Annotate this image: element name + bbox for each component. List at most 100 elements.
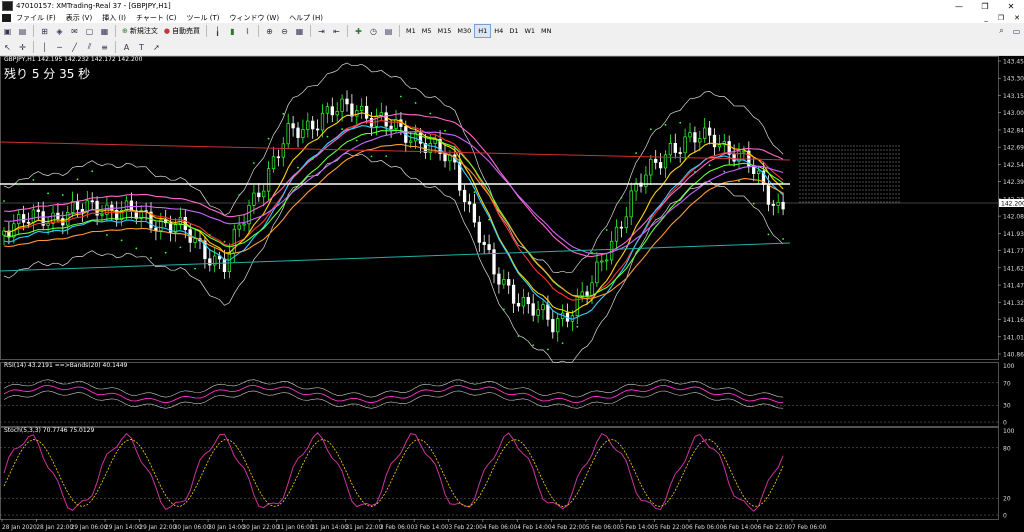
minimize-button[interactable]: —	[946, 0, 972, 12]
cloud-dot	[889, 177, 891, 179]
navigator-icon[interactable]: ✉	[68, 25, 81, 37]
candle-body	[556, 318, 560, 333]
channel-icon[interactable]: ⫽	[83, 41, 96, 53]
period-d1[interactable]: D1	[506, 25, 521, 37]
menu-insert[interactable]: 挿入 (I)	[97, 13, 131, 23]
tile-windows-icon[interactable]: ▦	[293, 25, 306, 37]
cloud-dot	[892, 169, 894, 171]
cloud-dot	[841, 181, 843, 183]
chart-shift-icon[interactable]: ⇤	[330, 25, 343, 37]
cloud-dot	[874, 173, 876, 175]
period-h4[interactable]: H4	[491, 25, 506, 37]
period-w1[interactable]: W1	[521, 25, 538, 37]
cloud-dot	[802, 161, 804, 163]
candle-body	[507, 279, 511, 286]
cloud-dot	[850, 153, 852, 155]
period-m30[interactable]: M30	[454, 25, 474, 37]
mdi-restore-button[interactable]: ❐	[998, 14, 1004, 22]
cloud-dot	[862, 197, 864, 199]
cloud-dot	[898, 157, 900, 159]
text-icon[interactable]: A	[120, 41, 133, 53]
vertical-line-icon[interactable]: │	[38, 41, 51, 53]
fibonacci-icon[interactable]: ≡	[98, 41, 111, 53]
cloud-dot	[805, 153, 807, 155]
cloud-dot	[832, 173, 834, 175]
price-axis-label: 143.000	[1003, 110, 1024, 117]
cloud-dot	[838, 201, 840, 203]
cloud-dot	[829, 181, 831, 183]
horizontal-line-icon[interactable]: ─	[53, 41, 66, 53]
chart-window[interactable]: 143.455 143.305 143.150 143.000 142.845 142.6…	[0, 56, 1024, 532]
mdi-minimize-button[interactable]: _	[984, 14, 988, 22]
close-button[interactable]: ✕	[998, 0, 1024, 12]
menu-help[interactable]: ヘルプ (H)	[284, 13, 328, 23]
sar-dot	[297, 166, 299, 169]
line-chart-icon[interactable]: ⌇	[241, 25, 254, 37]
cloud-dot	[856, 165, 858, 167]
auto-trading-button[interactable]: ● 自動売買	[161, 25, 203, 37]
profiles-icon[interactable]: ▤	[16, 25, 29, 37]
chart-window-icon[interactable]	[2, 13, 11, 22]
zoom-out-icon[interactable]: ⊖	[278, 25, 291, 37]
sar-dot	[458, 159, 461, 162]
templates-icon[interactable]: ▤	[382, 25, 395, 37]
time-axis-label: 4 Feb 06:00	[483, 525, 518, 531]
period-m1[interactable]: M1	[403, 25, 419, 37]
candle-body	[683, 136, 687, 154]
sar-dot	[414, 102, 417, 104]
crosshair-icon[interactable]: ✛	[16, 41, 29, 53]
period-m5[interactable]: M5	[419, 25, 435, 37]
menu-view[interactable]: 表示 (V)	[61, 13, 97, 23]
cloud-dot	[826, 153, 828, 155]
search-icon[interactable]: ⌕	[995, 25, 1008, 37]
cloud-dot	[871, 193, 873, 195]
bar-chart-icon[interactable]: ╽	[211, 25, 224, 37]
periods-icon[interactable]: ◷	[367, 25, 380, 37]
trendline-icon[interactable]: ╱	[68, 41, 81, 53]
sar-dot	[385, 155, 388, 158]
cursor-icon[interactable]: ↖	[1, 41, 14, 53]
strategy-tester-icon[interactable]: ▦	[98, 25, 111, 37]
new-order-button[interactable]: ⊕ 新規注文	[119, 25, 161, 37]
autoscroll-icon[interactable]: ⇥	[315, 25, 328, 37]
period-m15[interactable]: M15	[434, 25, 454, 37]
cloud-dot	[883, 153, 885, 155]
indicators-icon[interactable]: ✚	[352, 25, 365, 37]
menu-chart[interactable]: チャート (C)	[131, 13, 182, 23]
arrows-icon[interactable]: ➚	[150, 41, 163, 53]
maximize-button[interactable]: ❐	[972, 0, 998, 12]
chat-icon[interactable]: ▭	[1010, 25, 1023, 37]
candlestick-icon[interactable]: ▮	[226, 25, 239, 37]
cloud-dot	[811, 165, 813, 167]
cloud-dot	[853, 185, 855, 187]
mdi-close-button[interactable]: ✕	[1014, 14, 1020, 22]
label-icon[interactable]: T	[135, 41, 148, 53]
cloud-dot	[850, 157, 852, 159]
candle-body	[340, 98, 344, 112]
menu-file[interactable]: ファイル (F)	[11, 13, 61, 23]
cloud-dot	[802, 189, 804, 191]
new-chart-icon[interactable]: ▣	[1, 25, 14, 37]
period-mn[interactable]: MN	[538, 25, 554, 37]
menu-tools[interactable]: ツール (T)	[181, 13, 224, 23]
terminal-icon[interactable]: ▢	[83, 25, 96, 37]
cloud-dot	[826, 181, 828, 183]
cloud-dot	[802, 177, 804, 179]
candle-body	[266, 168, 271, 192]
menu-window[interactable]: ウィンドウ (W)	[224, 13, 284, 23]
cloud-dot	[874, 181, 876, 183]
data-window-icon[interactable]: ◈	[53, 25, 66, 37]
cloud-dot	[802, 169, 804, 171]
cloud-dot	[814, 173, 816, 175]
cloud-dot	[799, 201, 801, 203]
cloud-dot	[838, 185, 840, 187]
market-watch-icon[interactable]: ⊞	[38, 25, 51, 37]
chart-canvas[interactable]: 143.455 143.305 143.150 143.000 142.845 142.6…	[0, 56, 1024, 532]
cloud-dot	[877, 173, 879, 175]
cloud-dot	[865, 173, 867, 175]
period-h1[interactable]: H1	[474, 24, 492, 38]
zoom-in-icon[interactable]: ⊕	[263, 25, 276, 37]
cloud-dot	[856, 185, 858, 187]
cloud-dot	[880, 193, 882, 195]
cloud-dot	[811, 157, 813, 159]
